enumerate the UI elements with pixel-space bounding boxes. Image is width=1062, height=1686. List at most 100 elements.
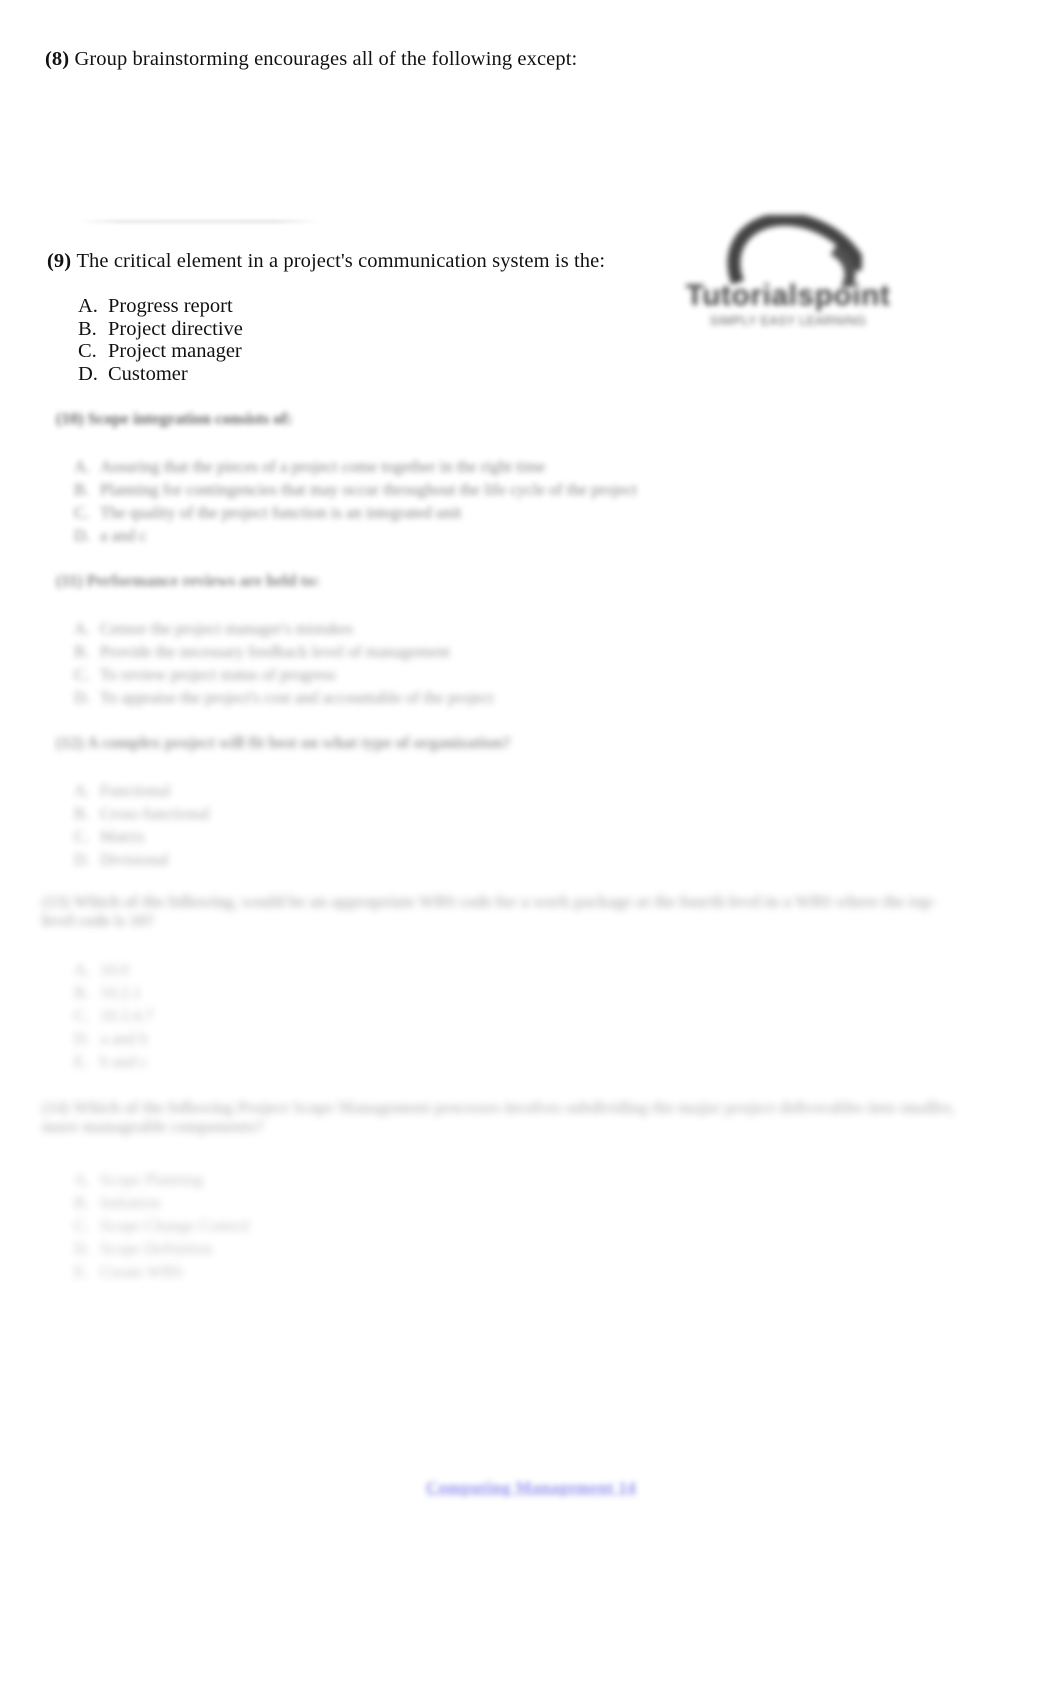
option-letter: C. — [78, 340, 97, 363]
option-row[interactable]: E. b and c — [74, 1050, 974, 1073]
document-page: (8) Group brainstorming encourages all o… — [0, 0, 1062, 1686]
option-row[interactable]: A. Scope Planning — [74, 1168, 974, 1191]
option-row[interactable]: D. a and b — [74, 1027, 974, 1050]
question-10-text: Scope integration consists of: — [87, 409, 293, 428]
option-label: To review project status of progress — [100, 665, 336, 684]
logo-wordmark: Tutorialspoint — [685, 279, 891, 312]
option-letter: B. — [74, 1193, 90, 1212]
faint-divider-rule — [78, 220, 320, 223]
option-letter: C. — [74, 1216, 90, 1235]
option-row[interactable]: C. 10.3.4.7 — [74, 1004, 974, 1027]
option-label: a and c — [100, 526, 147, 545]
option-row[interactable]: B. Initiation — [74, 1191, 974, 1214]
footer-link-text: Computing Management 14 — [426, 1478, 636, 1497]
option-label: b and c — [100, 1052, 148, 1071]
question-14-text: Which of the following Project Scope Man… — [42, 1098, 955, 1136]
option-label: Project manager — [108, 340, 242, 363]
option-row[interactable]: D. Scope Definition — [74, 1237, 974, 1260]
question-12-number: (12) — [56, 733, 87, 752]
option-letter: B. — [74, 480, 90, 499]
option-row[interactable]: A. 10.0 — [74, 958, 974, 981]
question-13-text: Which of the following, would be an appr… — [42, 892, 938, 930]
option-label: Cross-functional — [100, 804, 210, 823]
option-label: Customer — [108, 362, 188, 385]
question-12-stem: (12) A complex project will fit best on … — [56, 733, 956, 752]
option-row[interactable]: A. Progress report — [78, 295, 243, 318]
question-9-text: The critical element in a project's comm… — [76, 250, 606, 272]
footer-link[interactable]: Computing Management 14 — [0, 1478, 1062, 1498]
option-letter: B. — [78, 317, 97, 340]
option-label: Divisional — [100, 850, 169, 869]
question-8-number: (8) — [45, 48, 75, 70]
option-letter: D. — [74, 850, 91, 869]
option-label: Project directive — [108, 317, 243, 340]
option-row[interactable]: B. Planning for contingencies that may o… — [74, 478, 974, 501]
option-row[interactable]: E. Create WBS — [74, 1260, 974, 1283]
option-row[interactable]: B. Project directive — [78, 318, 243, 341]
option-label: Scope Definition — [100, 1239, 213, 1258]
option-label: Planning for contingencies that may occu… — [100, 480, 637, 499]
option-label: Matrix — [100, 827, 145, 846]
question-10-stem: (10) Scope integration consists of: — [56, 409, 956, 428]
option-label: Progress report — [108, 295, 233, 317]
option-row[interactable]: A. Assuring that the pieces of a project… — [74, 455, 974, 478]
option-label: The quality of the project function is a… — [100, 503, 462, 522]
option-letter: C. — [74, 1006, 90, 1025]
option-letter: E. — [74, 1262, 89, 1281]
option-label: Provide the necessary feedback level of … — [100, 642, 451, 661]
question-9-stem: (9) The critical element in a project's … — [47, 249, 605, 275]
logo-tagline: SIMPLY EASY LEARNING — [709, 314, 867, 328]
tutorials-point-logo: Tutorialspoint SIMPLY EASY LEARNING — [668, 215, 908, 337]
option-letter: D. — [74, 1239, 91, 1258]
question-11-text: Performance reviews are held to: — [86, 571, 320, 590]
option-label: Scope Planning — [100, 1170, 204, 1189]
option-letter: A. — [74, 781, 91, 800]
option-row[interactable]: C. Scope Change Control — [74, 1214, 974, 1237]
option-label: 10.3.4.7 — [100, 1006, 154, 1025]
question-11-number: (11) — [56, 571, 87, 590]
option-letter: A. — [74, 619, 91, 638]
option-row[interactable]: B. Cross-functional — [74, 802, 974, 825]
option-label: Create WBS — [100, 1262, 183, 1281]
option-label: Functional — [100, 781, 171, 800]
option-letter: D. — [74, 1029, 91, 1048]
option-letter: A. — [74, 457, 91, 476]
option-row[interactable]: B. 10.2.1 — [74, 981, 974, 1004]
question-12-text: A complex project will fit best on what … — [86, 733, 511, 752]
question-9-number: (9) — [47, 250, 77, 272]
option-label: Assuring that the pieces of a project co… — [100, 457, 546, 476]
question-9-options: A. Progress report B. Project directive … — [78, 295, 243, 385]
question-13-options: A. 10.0 B. 10.2.1 C. 10.3.4.7 D. a and b… — [74, 958, 974, 1073]
question-11-stem: (11) Performance reviews are held to: — [56, 571, 956, 590]
option-row[interactable]: D. Divisional — [74, 848, 974, 871]
question-14-options: A. Scope Planning B. Initiation C. Scope… — [74, 1168, 974, 1283]
option-letter: C. — [74, 665, 90, 684]
question-10-options: A. Assuring that the pieces of a project… — [74, 455, 974, 547]
option-letter: D. — [78, 362, 98, 385]
option-row[interactable]: D. Customer — [78, 363, 243, 386]
option-row[interactable]: D. To appraise the project's cost and ac… — [74, 686, 974, 709]
question-13-number: (13) — [42, 892, 74, 911]
option-row[interactable]: A. Censor the project manager's mistakes — [74, 617, 974, 640]
option-row[interactable]: C. The quality of the project function i… — [74, 501, 974, 524]
option-row[interactable]: C. Matrix — [74, 825, 974, 848]
option-row[interactable]: C. To review project status of progress — [74, 663, 974, 686]
option-letter: B. — [74, 983, 90, 1002]
option-letter: D. — [74, 526, 91, 545]
question-14-stem: (14) Which of the following Project Scop… — [42, 1098, 957, 1136]
option-letter: A. — [78, 295, 98, 317]
option-letter: C. — [74, 827, 90, 846]
question-8-text: Group brainstorming encourages all of th… — [74, 48, 578, 70]
logo-swoosh-icon — [712, 215, 862, 287]
option-row[interactable]: C. Project manager — [78, 340, 243, 363]
option-row[interactable]: A. Functional — [74, 779, 974, 802]
question-11-options: A. Censor the project manager's mistakes… — [74, 617, 974, 709]
option-label: Initiation — [100, 1193, 161, 1212]
question-8-stem: (8) Group brainstorming encourages all o… — [45, 47, 577, 73]
option-row[interactable]: B. Provide the necessary feedback level … — [74, 640, 974, 663]
option-label: To appraise the project's cost and accou… — [100, 688, 494, 707]
option-row[interactable]: D. a and c — [74, 524, 974, 547]
question-12-options: A. Functional B. Cross-functional C. Mat… — [74, 779, 974, 871]
option-letter: A. — [74, 1170, 91, 1189]
option-label: Scope Change Control — [100, 1216, 250, 1235]
